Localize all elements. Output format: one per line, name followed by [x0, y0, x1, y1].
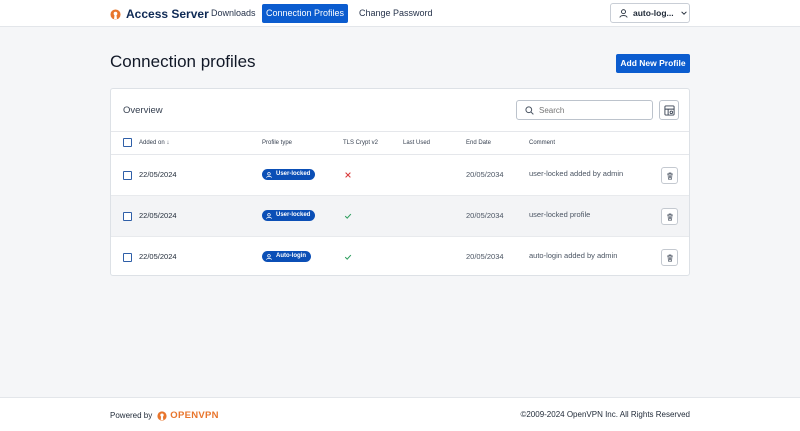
trash-icon	[666, 254, 673, 262]
column-header-comment: Comment	[529, 140, 556, 146]
added-on-cell: 22/05/2024	[139, 252, 177, 261]
end-date-cell: 20/05/2034	[466, 170, 504, 179]
row-checkbox[interactable]	[123, 212, 132, 221]
comment-cell: user-locked profile	[529, 210, 591, 219]
table-row: 22/05/2024 User-locked 20/05/2034 user-l…	[111, 155, 689, 196]
select-all-checkbox[interactable]	[123, 138, 132, 147]
added-on-cell: 22/05/2024	[139, 170, 177, 179]
openvpn-wordmark[interactable]: OPENVPN	[170, 410, 219, 421]
row-checkbox[interactable]	[123, 253, 132, 262]
cross-icon	[345, 172, 351, 178]
row-checkbox[interactable]	[123, 171, 132, 180]
copyright-text: ©2009-2024 OpenVPN Inc. All Rights Reser…	[520, 410, 690, 419]
powered-by: Powered by OPENVPN	[110, 410, 219, 421]
table-row: 22/05/2024 Auto-login 20/05/2034 auto-lo…	[111, 237, 689, 278]
nav-change-password[interactable]: Change Password	[351, 4, 441, 23]
check-icon	[344, 254, 352, 260]
trash-icon	[666, 172, 673, 180]
end-date-cell: 20/05/2034	[466, 252, 504, 261]
column-header-end-date: End Date	[466, 140, 492, 146]
user-name: auto-log...	[633, 8, 674, 18]
end-date-cell: 20/05/2034	[466, 211, 504, 220]
profile-type-badge: User-locked	[262, 169, 316, 180]
overview-card: Overview Added on ↓ Profile type TLS Cry…	[110, 88, 690, 276]
brand-name: Access Server	[126, 7, 209, 21]
column-header-added-on[interactable]: Added on ↓	[139, 140, 169, 146]
nav-downloads[interactable]: Downloads	[203, 4, 264, 23]
footer: Powered by OPENVPN ©2009-2024 OpenVPN In…	[0, 397, 800, 431]
card-title: Overview	[123, 105, 163, 116]
user-icon	[266, 253, 272, 260]
user-menu-button[interactable]: auto-log...	[610, 3, 690, 23]
column-settings-icon	[663, 104, 675, 116]
sort-descending-icon: ↓	[166, 140, 170, 146]
search-box[interactable]	[516, 100, 653, 120]
column-header-last-used: Last Used	[403, 140, 431, 146]
powered-by-label: Powered by	[110, 411, 153, 420]
search-input[interactable]	[539, 105, 649, 115]
column-header-added-on-label: Added on	[139, 140, 165, 146]
comment-cell: auto-login added by admin	[529, 251, 618, 260]
nav-connection-profiles[interactable]: Connection Profiles	[262, 4, 348, 23]
delete-profile-button[interactable]	[661, 249, 678, 266]
profile-type-label: User-locked	[276, 212, 311, 218]
column-header-tls-crypt: TLS Crypt v2	[343, 140, 379, 146]
add-new-profile-button[interactable]: Add New Profile	[616, 54, 690, 73]
added-on-cell: 22/05/2024	[139, 211, 177, 220]
delete-profile-button[interactable]	[661, 167, 678, 184]
user-icon	[619, 8, 628, 18]
user-icon	[266, 212, 272, 219]
page-title: Connection profiles	[110, 52, 256, 71]
check-icon	[344, 213, 352, 219]
search-icon	[525, 105, 534, 115]
openvpn-logo-icon	[157, 410, 167, 421]
table-header: Added on ↓ Profile type TLS Crypt v2 Las…	[111, 131, 689, 155]
user-icon	[266, 171, 272, 178]
profile-type-badge: User-locked	[262, 210, 316, 221]
column-header-profile-type: Profile type	[262, 140, 293, 146]
chevron-down-icon	[680, 11, 687, 15]
delete-profile-button[interactable]	[661, 208, 678, 225]
profile-type-label: Auto-login	[276, 253, 306, 259]
top-navigation-bar: Access Server Downloads Connection Profi…	[0, 0, 800, 27]
profile-type-badge: Auto-login	[262, 251, 311, 262]
openvpn-logo-icon	[110, 8, 121, 20]
table-row: 22/05/2024 User-locked 20/05/2034 user-l…	[111, 196, 689, 237]
brand[interactable]: Access Server	[110, 6, 209, 22]
profile-type-label: User-locked	[276, 171, 311, 177]
column-settings-button[interactable]	[659, 100, 679, 120]
trash-icon	[666, 213, 673, 221]
comment-cell: user-locked added by admin	[529, 169, 624, 178]
